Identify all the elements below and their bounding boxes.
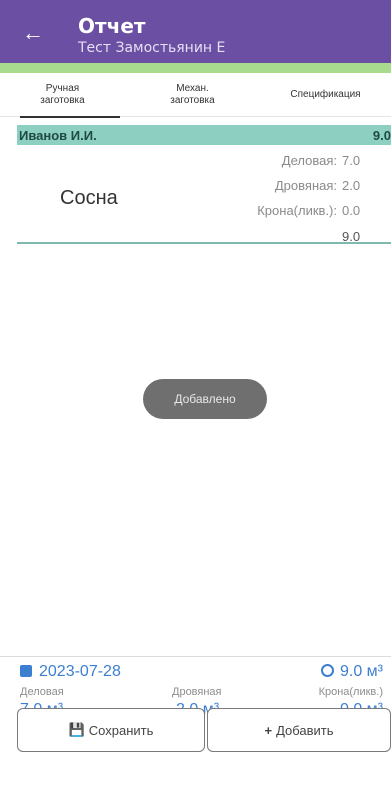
app-bar: ← Отчет Тест Замостьянин Е [0,0,391,63]
add-button-label: Добавить [276,722,334,738]
tab-label: Механ. заготовка [170,83,215,106]
group-total: 9.0 [372,128,391,143]
save-button-label: Сохранить [88,722,154,738]
tab-bar: Ручная заготовка Механ. заготовка Специф… [0,73,391,117]
tab-manual-harvest[interactable]: Ручная заготовка [10,73,115,117]
total-volume: 9.0 м³ [320,663,383,681]
row-label-krona: Крона(ликв.): [257,203,337,218]
tab-specification[interactable]: Спецификация [260,73,391,117]
calendar-icon [20,665,32,677]
label-krona: Крона(ликв.) [318,686,383,698]
species-name: Сосна [60,187,118,209]
total-volume-value: 9.0 м³ [339,663,383,680]
row-value-krona: 0.0 [342,203,361,218]
tab-mech-harvest[interactable]: Механ. заготовка [140,73,245,117]
report-date-value: 2023-07-28 [39,663,121,680]
tab-label: Спецификация [290,89,361,100]
label-delovaya: Деловая [20,686,64,698]
back-arrow-icon[interactable]: ← [22,22,44,44]
row-value-delovaya: 7.0 [342,153,361,168]
save-button[interactable]: 💾 Сохранить [17,708,205,752]
label-drovyanaya: Дровяная [172,686,222,698]
page-subtitle: Тест Замостьянин Е [78,40,226,56]
group-name: Иванов И.И. [19,128,97,143]
row-value-drovyanaya: 2.0 [342,178,361,193]
add-button[interactable]: + Добавить [207,708,391,752]
species-row[interactable]: Сосна Деловая: 7.0 Дровяная: 2.0 Крона(л… [17,150,391,244]
report-date[interactable]: 2023-07-28 [20,663,121,681]
row-label-delovaya: Деловая: [281,153,337,168]
page-title: Отчет [78,14,146,38]
accent-line [0,63,391,73]
plus-icon: + [264,722,273,738]
cube-icon [320,664,334,677]
floppy-disk-icon: 💾 [68,722,85,737]
group-header[interactable]: Иванов И.И. 9.0 [17,125,391,145]
active-tab-indicator [20,116,120,118]
tab-label: Ручная заготовка [40,83,85,106]
species-divider [17,242,391,244]
toast-message: Добавлено [143,379,267,419]
row-label-drovyanaya: Дровяная: [274,178,337,193]
